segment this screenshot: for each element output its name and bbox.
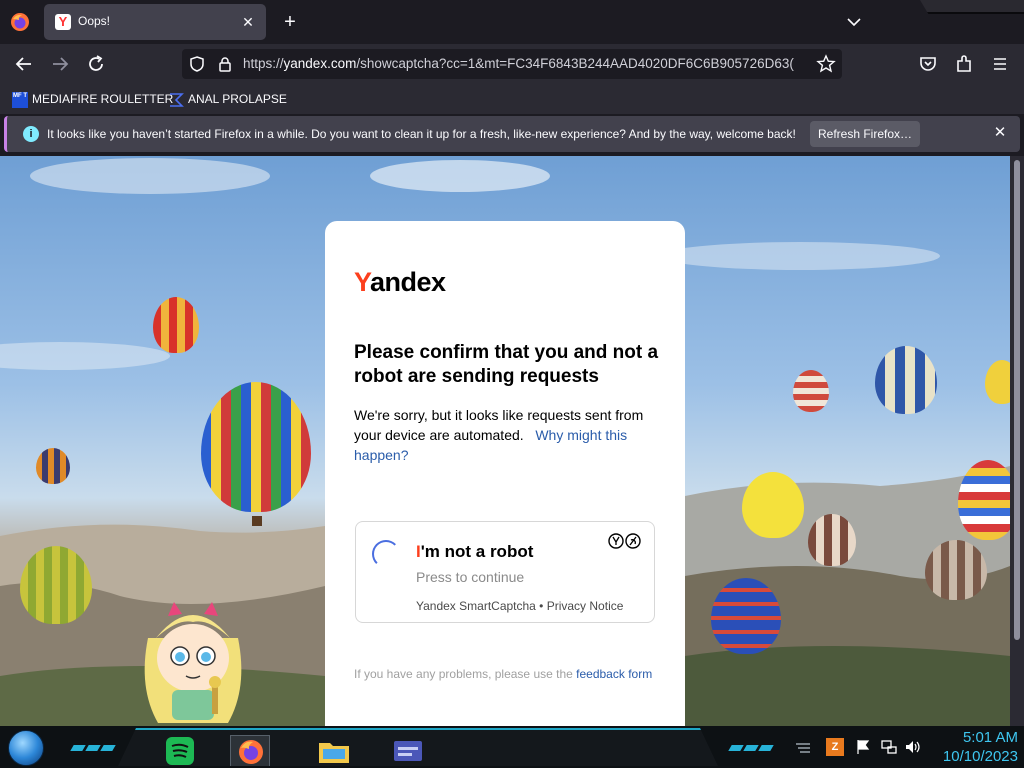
captcha-label[interactable]: I'm not a robot xyxy=(416,542,533,562)
page-title: Please confirm that you and not a robot … xyxy=(354,342,659,387)
tab-oops[interactable]: Y Oops! ✕ xyxy=(44,4,266,40)
bookmark-label: MEDIAFIRE ROULETTER xyxy=(32,92,174,106)
mediafire-icon: MF T xyxy=(12,91,28,108)
privacy-notice-link[interactable]: Privacy Notice xyxy=(547,599,624,613)
explanation-text: We're sorry, but it looks like requests … xyxy=(354,405,664,465)
logo-first-letter: Y xyxy=(354,267,371,297)
notification-message: It looks like you haven’t started Firefo… xyxy=(47,127,796,141)
url-host: yandex.com xyxy=(283,56,357,71)
firefox-taskbar-button[interactable] xyxy=(230,735,270,766)
hot-air-balloon xyxy=(793,370,829,412)
captcha-separator: • xyxy=(535,599,547,613)
yandex-logo: Yandex xyxy=(354,267,446,298)
logo-rest: andex xyxy=(370,267,446,297)
close-tab-icon[interactable]: ✕ xyxy=(238,12,258,32)
reload-icon[interactable] xyxy=(84,52,108,76)
hamburger-menu-icon[interactable] xyxy=(988,52,1012,76)
chevron-down-icon[interactable] xyxy=(843,11,865,33)
tracking-protection-shield-icon[interactable] xyxy=(188,55,206,73)
feedback-lead: If you have any problems, please use the xyxy=(354,667,573,681)
hot-air-balloon xyxy=(711,578,781,654)
url-text[interactable]: https://yandex.com/showcaptcha?cc=1&mt=F… xyxy=(243,56,808,71)
bookmark-folder-icon xyxy=(170,93,184,107)
captcha-label-rest: 'm not a robot xyxy=(420,542,534,561)
bookmarks-toolbar: MF T MEDIAFIRE ROULETTER ANAL PROLAPSE xyxy=(0,84,1024,114)
url-scheme: https:// xyxy=(243,56,284,71)
volume-icon[interactable] xyxy=(904,738,922,756)
firefox-logo-icon[interactable] xyxy=(10,12,30,32)
lock-icon[interactable] xyxy=(216,55,234,73)
captcha-subtext: Press to continue xyxy=(416,569,525,585)
bookmark-mediafire-rouletter[interactable]: MF T MEDIAFIRE ROULETTER xyxy=(12,90,173,108)
taskbar-decoration xyxy=(728,738,775,751)
pocket-icon[interactable] xyxy=(916,52,940,76)
feedback-form-link[interactable]: feedback form xyxy=(576,667,652,681)
clock-time: 5:01 AM xyxy=(962,729,1018,746)
bookmark-label: ANAL PROLAPSE xyxy=(188,92,287,106)
captcha-card: Yandex Please confirm that you and not a… xyxy=(325,221,685,726)
hot-air-balloon xyxy=(958,460,1010,540)
bookmark-star-icon[interactable] xyxy=(816,54,836,74)
extensions-icon[interactable] xyxy=(952,52,976,76)
firefox-icon xyxy=(239,740,263,764)
page-content: Yandex Please confirm that you and not a… xyxy=(0,156,1010,726)
tab-title: Oops! xyxy=(78,14,111,28)
taskbar-task-area xyxy=(118,728,718,766)
hot-air-balloon xyxy=(875,346,937,414)
application-window-icon xyxy=(394,741,422,761)
refresh-firefox-button[interactable]: Refresh Firefox… xyxy=(810,121,920,147)
taskbar: Z 5:01 AM 10/10/2023 xyxy=(0,726,1024,768)
hot-air-balloon xyxy=(153,297,199,353)
loading-spinner-icon xyxy=(372,540,400,568)
yandex-favicon-icon: Y xyxy=(55,14,71,30)
start-button[interactable] xyxy=(8,730,44,766)
refresh-firefox-notification: i It looks like you haven’t started Fire… xyxy=(4,116,1020,152)
hot-air-balloon xyxy=(36,448,70,484)
balloon-basket xyxy=(252,516,262,526)
vertical-scrollbar[interactable] xyxy=(1010,156,1024,726)
hot-air-balloon xyxy=(742,472,804,538)
bookmark-anal-prolapse[interactable]: ANAL PROLAPSE xyxy=(168,90,287,108)
info-icon: i xyxy=(23,126,39,142)
show-hidden-icons-icon[interactable] xyxy=(794,738,812,756)
close-notification-icon[interactable]: ✕ xyxy=(990,123,1010,143)
captcha-footer: Yandex SmartCaptcha • Privacy Notice xyxy=(416,599,623,613)
feedback-text: If you have any problems, please use the… xyxy=(354,665,654,683)
action-center-flag-icon[interactable] xyxy=(854,738,872,756)
address-bar[interactable]: https://yandex.com/showcaptcha?cc=1&mt=F… xyxy=(182,49,842,79)
clock-date: 10/10/2023 xyxy=(942,748,1018,765)
hot-air-balloon xyxy=(985,360,1010,404)
hot-air-balloon xyxy=(925,540,987,600)
scrollbar-thumb[interactable] xyxy=(1014,160,1020,640)
tray-app-icon[interactable]: Z xyxy=(826,738,844,756)
taskbar-decoration xyxy=(70,738,117,751)
new-tab-icon[interactable]: + xyxy=(279,11,301,33)
back-arrow-icon[interactable] xyxy=(12,52,36,76)
smartcaptcha-logo-icon xyxy=(608,533,641,549)
navigation-toolbar: https://yandex.com/showcaptcha?cc=1&mt=F… xyxy=(0,44,1024,84)
cartoon-character-sticker xyxy=(144,602,242,723)
file-explorer-icon[interactable] xyxy=(314,735,354,767)
url-path: /showcaptcha?cc=1&mt=FC34F6843B244AAD402… xyxy=(356,56,794,71)
system-clock[interactable]: 5:01 AM 10/10/2023 xyxy=(928,728,1018,766)
hot-air-balloon xyxy=(808,514,856,566)
hot-air-balloon xyxy=(201,382,311,512)
forward-arrow-icon[interactable] xyxy=(48,52,72,76)
network-icon[interactable] xyxy=(880,738,898,756)
window-frame-decoration xyxy=(920,0,1024,14)
smartcaptcha-checkbox-widget[interactable]: I'm not a robot Press to continue Yandex… xyxy=(355,521,655,623)
hot-air-balloon xyxy=(20,546,92,624)
captcha-provider: Yandex SmartCaptcha xyxy=(416,599,536,613)
app-window-taskbar-button[interactable] xyxy=(388,735,428,766)
spotify-icon[interactable] xyxy=(160,735,200,767)
tab-strip: Y Oops! ✕ + xyxy=(0,0,1024,44)
